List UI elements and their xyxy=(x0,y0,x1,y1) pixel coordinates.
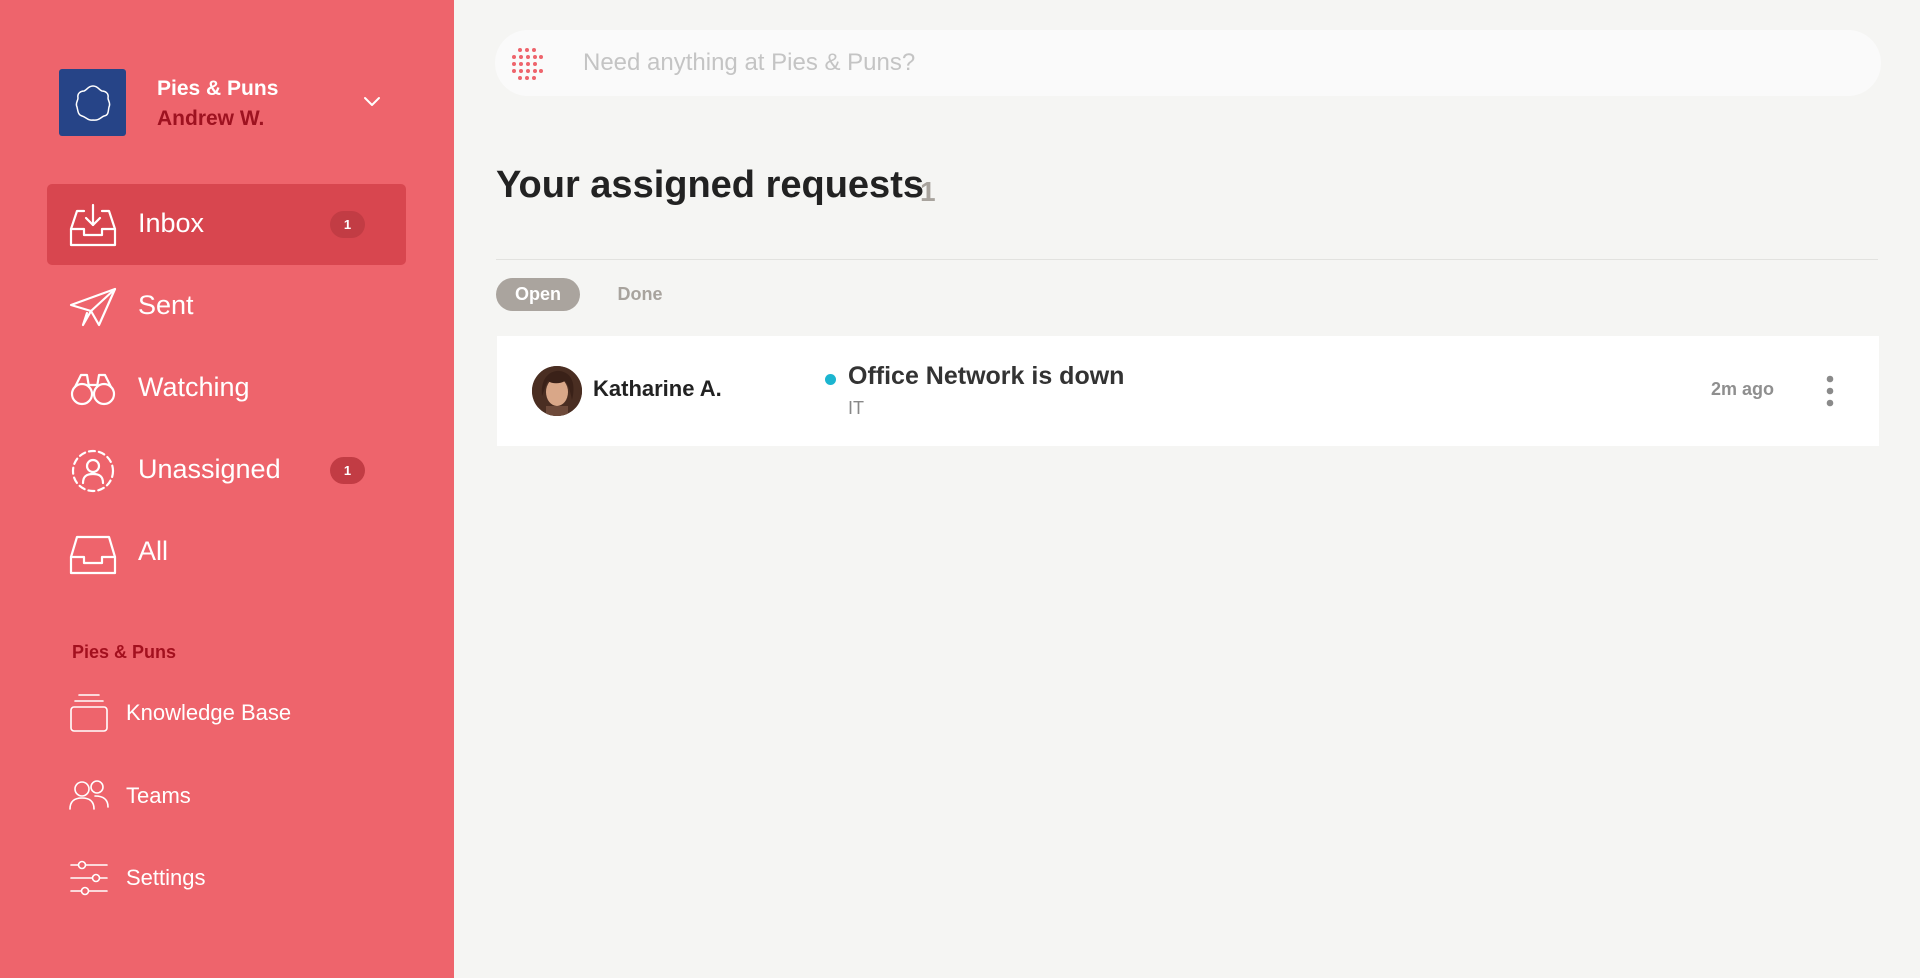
search-bar[interactable] xyxy=(495,30,1881,96)
tab-done[interactable]: Done xyxy=(604,278,676,311)
count-badge: 1 xyxy=(330,211,365,238)
sidebar-item-teams[interactable]: Teams xyxy=(64,771,364,821)
nav-item-watching[interactable]: Watching xyxy=(47,348,406,429)
nav-item-label: Unassigned xyxy=(138,454,281,484)
count-badge: 1 xyxy=(330,457,365,484)
workspace-switcher[interactable]: Pies & Puns Andrew W. xyxy=(59,69,401,136)
tab-open[interactable]: Open xyxy=(496,278,580,311)
nav-item-unassigned[interactable]: Unassigned 1 xyxy=(47,430,406,511)
tray-icon xyxy=(69,535,117,575)
request-timestamp: 2m ago xyxy=(1711,379,1775,399)
nav-item-inbox[interactable]: Inbox 1 xyxy=(47,184,406,265)
workspace-name: Pies & Puns xyxy=(157,77,279,100)
nav-item-label: Inbox xyxy=(138,208,205,238)
nav-item-label: Watching xyxy=(138,372,250,402)
request-row[interactable]: Katharine A. Office Network is down IT 2… xyxy=(497,336,1879,446)
search-input[interactable] xyxy=(583,30,1843,96)
sidebar-item-label: Teams xyxy=(126,783,191,808)
divider xyxy=(496,259,1878,260)
flower-outline-icon xyxy=(59,69,126,136)
more-vertical-icon[interactable] xyxy=(1815,374,1845,408)
request-title: Office Network is down xyxy=(848,362,1125,390)
status-dot xyxy=(825,374,836,385)
sliders-icon xyxy=(70,860,108,896)
sidebar-item-label: Knowledge Base xyxy=(126,700,292,725)
avatar xyxy=(532,366,582,416)
section-heading: Pies & Puns xyxy=(72,642,177,662)
chevron-down-icon[interactable] xyxy=(361,91,383,113)
dotted-logo-icon xyxy=(512,48,543,80)
nav-item-all[interactable]: All xyxy=(47,512,406,593)
nav-item-label: All xyxy=(138,536,169,566)
inbox-download-icon xyxy=(69,203,117,247)
sidebar-item-label: Settings xyxy=(126,865,206,890)
request-count: 1 xyxy=(920,176,936,207)
stacked-cards-icon xyxy=(70,694,108,732)
page-title: Your assigned requests xyxy=(496,164,924,206)
sidebar-item-settings[interactable]: Settings xyxy=(64,853,364,903)
sidebar-item-knowledge-base[interactable]: Knowledge Base xyxy=(64,688,364,738)
sidebar: Pies & Puns Andrew W. Inbox 1 Sent Watch… xyxy=(0,0,454,978)
binoculars-icon xyxy=(70,373,116,406)
workspace-user: Andrew W. xyxy=(157,107,265,130)
people-icon xyxy=(69,780,109,810)
nav-item-sent[interactable]: Sent xyxy=(47,266,406,347)
requester-name: Katharine A. xyxy=(593,376,722,401)
request-category: IT xyxy=(848,398,864,418)
paper-plane-icon xyxy=(69,287,117,327)
unassigned-user-icon xyxy=(71,449,115,493)
nav-item-label: Sent xyxy=(138,290,194,320)
